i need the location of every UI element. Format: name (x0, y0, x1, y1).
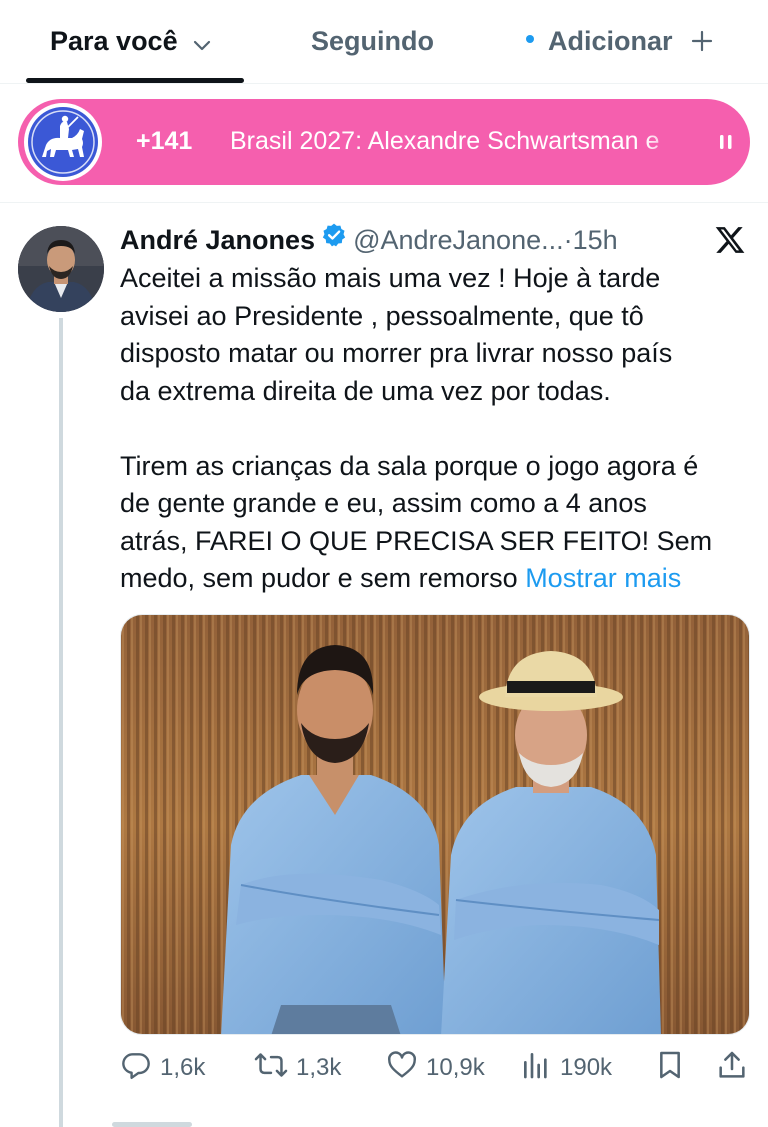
show-more-link[interactable]: Mostrar mais (525, 563, 681, 593)
chevron-down-icon[interactable] (192, 24, 212, 62)
like-count: 10,9k (426, 1054, 485, 1081)
tab-for-you-label: Para você (50, 26, 178, 56)
tab-following-label: Seguindo (311, 26, 434, 56)
tweet-line: de gente grande e eu, assim como a 4 ano… (120, 488, 647, 518)
tweet-line: disposto matar ou morrer pra livrar noss… (120, 338, 673, 368)
tweet-actions: 1,6k 1,3k 10,9k 190k (120, 1048, 750, 1088)
x-logo-icon[interactable] (714, 224, 746, 256)
live-space-banner[interactable]: +141 Brasil 2027: Alexandre Schwartsman … (18, 99, 750, 185)
reply-button[interactable]: 1,6k (120, 1048, 205, 1088)
share-button[interactable] (716, 1048, 756, 1088)
next-tweet-hint (112, 1122, 192, 1127)
banner-title: Brasil 2027: Alexandre Schwartsman e (230, 127, 660, 155)
tweet-line: avisei ao Presidente , pessoalmente, que… (120, 300, 644, 331)
new-indicator-dot (526, 34, 534, 43)
share-icon (716, 1049, 756, 1088)
tab-for-you[interactable]: Para você (50, 22, 212, 62)
tweet-line: Tirem as crianças da sala porque o jogo … (120, 450, 699, 481)
knight-on-horse-icon (28, 107, 98, 177)
like-button[interactable]: 10,9k (386, 1048, 485, 1088)
reply-count: 1,6k (160, 1054, 206, 1081)
listener-count: +141 (136, 127, 193, 155)
repost-count: 1,3k (296, 1054, 342, 1081)
separator-dot: · (563, 225, 573, 255)
views-count: 190k (560, 1054, 613, 1081)
tweet-line: da extrema direita de uma vez por todas. (120, 375, 611, 406)
tab-add[interactable]: Adicionar (526, 22, 713, 62)
thread-line (59, 318, 63, 1127)
repost-icon (254, 1049, 296, 1088)
views-icon (520, 1049, 560, 1088)
live-audio-icon (716, 132, 736, 152)
tweet-line-text: medo, sem pudor e sem remorso (120, 563, 518, 593)
bookmark-button[interactable] (654, 1048, 694, 1088)
banner-logo (24, 103, 102, 181)
author-name[interactable]: André Janones (120, 225, 315, 255)
tweet-line: atrás, FAREI O QUE PRECISA SER FEITO! Se… (120, 525, 713, 556)
tweet-line: Aceitei a missão mais uma vez ! Hoje à t… (120, 263, 661, 293)
reply-icon (120, 1049, 160, 1088)
divider (0, 202, 768, 203)
plus-icon[interactable] (691, 24, 713, 62)
tweet-line-last: medo, sem pudor e sem remorso Mostrar ma… (120, 560, 750, 598)
verified-badge-icon (321, 219, 347, 259)
bookmark-icon (654, 1049, 694, 1088)
repost-button[interactable]: 1,3k (254, 1048, 341, 1088)
tab-add-label: Adicionar (548, 26, 673, 56)
views-button[interactable]: 190k (520, 1048, 612, 1088)
tweet-header: André Janones @AndreJanone...·15h (120, 220, 720, 260)
avatar[interactable] (18, 226, 104, 312)
tab-following[interactable]: Seguindo (311, 22, 434, 60)
timeline-tabs: Para você Seguindo Adicionar (0, 0, 768, 84)
active-tab-indicator (26, 78, 244, 83)
tweet-photo[interactable] (120, 614, 750, 1035)
heart-icon (386, 1049, 426, 1088)
timestamp[interactable]: 15h (573, 225, 618, 255)
author-handle[interactable]: @AndreJanone... (353, 225, 564, 255)
tweet-text: Aceitei a missão mais uma vez ! Hoje à t… (120, 260, 750, 598)
